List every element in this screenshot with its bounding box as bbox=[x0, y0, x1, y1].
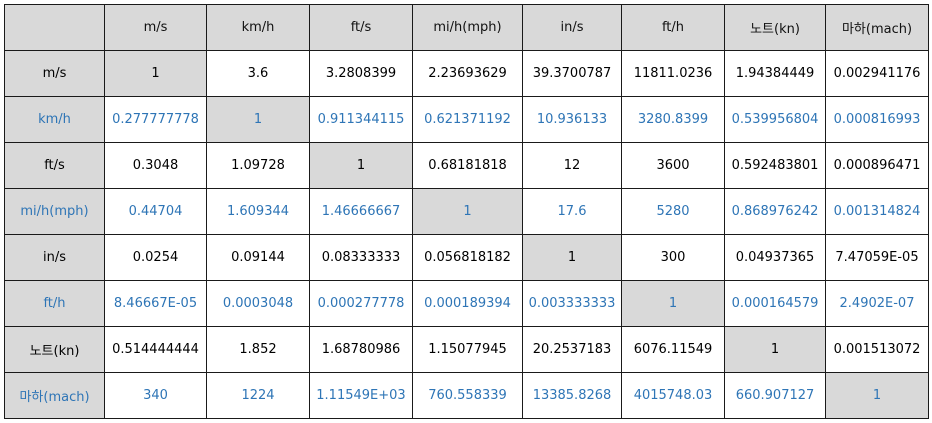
table-cell: 11811.0236 bbox=[621, 50, 725, 97]
speed-conversion-table: m/s km/h ft/s mi/h(mph) in/s ft/h 노트(kn)… bbox=[4, 4, 929, 419]
column-header: km/h bbox=[206, 4, 310, 51]
column-header: ft/s bbox=[309, 4, 413, 51]
diagonal-cell: 1 bbox=[825, 372, 929, 419]
table-cell: 760.558339 bbox=[412, 372, 523, 419]
header-row: m/s km/h ft/s mi/h(mph) in/s ft/h 노트(kn)… bbox=[4, 4, 929, 51]
table-row: ft/s 0.3048 1.09728 1 0.68181818 12 3600 0.5924… bbox=[4, 142, 929, 189]
column-header: 마하(mach) bbox=[825, 4, 929, 51]
table-cell: 0.000896471 bbox=[825, 142, 929, 189]
table-cell: 1224 bbox=[206, 372, 310, 419]
table-cell: 660.907127 bbox=[724, 372, 826, 419]
table-cell: 0.868976242 bbox=[724, 188, 826, 235]
column-header: ft/h bbox=[621, 4, 725, 51]
table-cell: 6076.11549 bbox=[621, 326, 725, 373]
row-header: in/s bbox=[4, 234, 105, 281]
column-header: mi/h(mph) bbox=[412, 4, 523, 51]
table-row: in/s 0.0254 0.09144 0.08333333 0.056818182 1 3… bbox=[4, 234, 929, 281]
table-cell: 7.47059E-05 bbox=[825, 234, 929, 281]
table-cell: 1.94384449 bbox=[724, 50, 826, 97]
table-cell: 1.11549E+03 bbox=[309, 372, 413, 419]
table-row: m/s 1 3.6 3.2808399 2.23693629 39.3700787 1181… bbox=[4, 50, 929, 97]
diagonal-cell: 1 bbox=[412, 188, 523, 235]
table-cell: 1.46666667 bbox=[309, 188, 413, 235]
table-cell: 0.68181818 bbox=[412, 142, 523, 189]
table-cell: 0.000164579 bbox=[724, 280, 826, 327]
table-cell: 3.6 bbox=[206, 50, 310, 97]
table-cell: 3280.8399 bbox=[621, 96, 725, 143]
table-cell: 0.002941176 bbox=[825, 50, 929, 97]
table-cell: 340 bbox=[104, 372, 207, 419]
table-cell: 1.852 bbox=[206, 326, 310, 373]
table-cell: 0.003333333 bbox=[522, 280, 622, 327]
conversion-table-frame: m/s km/h ft/s mi/h(mph) in/s ft/h 노트(kn)… bbox=[4, 4, 929, 419]
diagonal-cell: 1 bbox=[309, 142, 413, 189]
corner-cell bbox=[4, 4, 105, 51]
table-row: km/h 0.277777778 1 0.911344115 0.621371192 10… bbox=[4, 96, 929, 143]
table-cell: 0.44704 bbox=[104, 188, 207, 235]
table-cell: 0.621371192 bbox=[412, 96, 523, 143]
row-header: km/h bbox=[4, 96, 105, 143]
table-cell: 5280 bbox=[621, 188, 725, 235]
table-cell: 0.000277778 bbox=[309, 280, 413, 327]
table-cell: 2.23693629 bbox=[412, 50, 523, 97]
table-cell: 12 bbox=[522, 142, 622, 189]
table-cell: 0.277777778 bbox=[104, 96, 207, 143]
table-cell: 1.609344 bbox=[206, 188, 310, 235]
table-cell: 0.04937365 bbox=[724, 234, 826, 281]
table-cell: 0.0254 bbox=[104, 234, 207, 281]
table-cell: 0.056818182 bbox=[412, 234, 523, 281]
table-cell: 0.592483801 bbox=[724, 142, 826, 189]
table-cell: 0.0003048 bbox=[206, 280, 310, 327]
row-header: mi/h(mph) bbox=[4, 188, 105, 235]
table-cell: 0.911344115 bbox=[309, 96, 413, 143]
row-header: ft/s bbox=[4, 142, 105, 189]
table-cell: 0.514444444 bbox=[104, 326, 207, 373]
column-header: in/s bbox=[522, 4, 622, 51]
table-cell: 0.3048 bbox=[104, 142, 207, 189]
row-header: ft/h bbox=[4, 280, 105, 327]
row-header: 노트(kn) bbox=[4, 326, 105, 373]
table-cell: 0.001513072 bbox=[825, 326, 929, 373]
diagonal-cell: 1 bbox=[206, 96, 310, 143]
table-cell: 300 bbox=[621, 234, 725, 281]
table-cell: 2.4902E-07 bbox=[825, 280, 929, 327]
table-cell: 1.15077945 bbox=[412, 326, 523, 373]
table-cell: 3.2808399 bbox=[309, 50, 413, 97]
table-row: mi/h(mph) 0.44704 1.609344 1.46666667 1 17.6 5… bbox=[4, 188, 929, 235]
diagonal-cell: 1 bbox=[522, 234, 622, 281]
table-cell: 0.000189394 bbox=[412, 280, 523, 327]
table-row: ft/h 8.46667E-05 0.0003048 0.000277778 0.000… bbox=[4, 280, 929, 327]
column-header: 노트(kn) bbox=[724, 4, 826, 51]
diagonal-cell: 1 bbox=[724, 326, 826, 373]
table-cell: 20.2537183 bbox=[522, 326, 622, 373]
table-body: m/s 1 3.6 3.2808399 2.23693629 39.3700787 1181… bbox=[4, 50, 929, 419]
diagonal-cell: 1 bbox=[621, 280, 725, 327]
column-header: m/s bbox=[104, 4, 207, 51]
row-header: m/s bbox=[4, 50, 105, 97]
table-cell: 17.6 bbox=[522, 188, 622, 235]
table-cell: 0.08333333 bbox=[309, 234, 413, 281]
table-cell: 3600 bbox=[621, 142, 725, 189]
table-cell: 0.000816993 bbox=[825, 96, 929, 143]
table-cell: 1.09728 bbox=[206, 142, 310, 189]
row-header: 마하(mach) bbox=[4, 372, 105, 419]
table-cell: 10.936133 bbox=[522, 96, 622, 143]
table-cell: 39.3700787 bbox=[522, 50, 622, 97]
table-cell: 8.46667E-05 bbox=[104, 280, 207, 327]
table-cell: 4015748.03 bbox=[621, 372, 725, 419]
diagonal-cell: 1 bbox=[104, 50, 207, 97]
table-row: 노트(kn) 0.514444444 1.852 1.68780986 1.150779… bbox=[4, 326, 929, 373]
table-cell: 0.09144 bbox=[206, 234, 310, 281]
table-cell: 1.68780986 bbox=[309, 326, 413, 373]
table-cell: 0.539956804 bbox=[724, 96, 826, 143]
table-cell: 0.001314824 bbox=[825, 188, 929, 235]
table-cell: 13385.8268 bbox=[522, 372, 622, 419]
table-row: 마하(mach) 340 1224 1.11549E+03 760.558339 1338… bbox=[4, 372, 929, 419]
